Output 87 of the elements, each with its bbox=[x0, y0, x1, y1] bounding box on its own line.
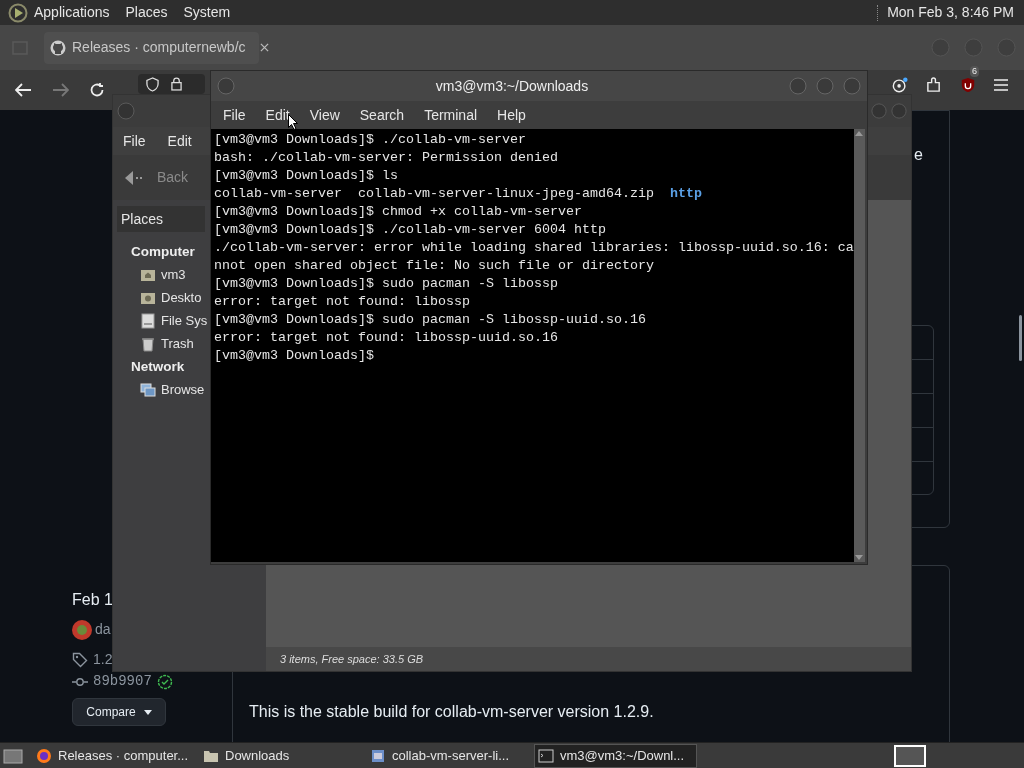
ublock-icon[interactable] bbox=[960, 77, 976, 93]
compare-button[interactable]: Compare bbox=[72, 698, 166, 726]
terminal-line: [vm3@vm3 Downloads]$ bbox=[214, 347, 375, 365]
close-icon[interactable] bbox=[843, 77, 861, 95]
menu-item[interactable]: Edit bbox=[265, 104, 290, 126]
tag-name[interactable]: 1.2 bbox=[93, 649, 113, 670]
menu-item[interactable]: Terminal bbox=[424, 104, 478, 126]
window-menu-icon[interactable] bbox=[117, 102, 135, 120]
menu-icon[interactable] bbox=[994, 79, 1008, 91]
scroll-up-icon[interactable] bbox=[855, 131, 864, 136]
terminal-line: ./collab-vm-server: error while loading shared libraries: libossp-uuid.so.16: ca bbox=[214, 239, 854, 257]
scroll-down-icon[interactable] bbox=[855, 555, 864, 560]
terminal-line: [vm3@vm3 Downloads]$ sudo pacman -S libossp bbox=[214, 275, 558, 293]
menu-item[interactable]: Search bbox=[359, 104, 405, 126]
taskbar-button[interactable]: vm3@vm3:~/Downl... bbox=[534, 743, 697, 768]
panel-menu[interactable]: System bbox=[183, 2, 231, 23]
terminal-line: [vm3@vm3 Downloads]$ sudo pacman -S libossp-uuid.so.16 bbox=[214, 311, 646, 329]
menu-item[interactable]: File bbox=[123, 130, 146, 152]
verified-check-icon bbox=[156, 673, 173, 690]
browser-icon bbox=[36, 747, 52, 764]
network-icon bbox=[140, 381, 156, 398]
release-description: This is the stable build for collab-vm-server version 1.2.9. bbox=[249, 702, 654, 722]
puzzle-icon[interactable] bbox=[926, 77, 942, 93]
lock-icon bbox=[171, 77, 182, 91]
window-title: vm3@vm3:~/Downloads bbox=[434, 76, 590, 96]
commit-icon bbox=[72, 675, 88, 688]
terminal-line: [vm3@vm3 Downloads]$ ls bbox=[214, 167, 398, 185]
sidebar-dropdown[interactable]: Places bbox=[117, 206, 205, 232]
terminal-line: [vm3@vm3 Downloads]$ ./collab-vm-server 6004 http bbox=[214, 221, 606, 239]
minimize-icon[interactable] bbox=[871, 103, 887, 119]
drive-icon bbox=[140, 312, 156, 329]
sidebar-item[interactable]: File Sys bbox=[140, 309, 208, 332]
close-tab-icon[interactable] bbox=[259, 43, 269, 52]
avatar-icon bbox=[72, 619, 92, 640]
panel-menu[interactable]: Applications bbox=[34, 2, 110, 23]
notification-badge: 6 bbox=[970, 66, 979, 77]
taskbar-button[interactable]: collab-vm-server-li... bbox=[367, 743, 530, 768]
taskbar-button[interactable]: Downloads bbox=[200, 743, 363, 768]
github-icon bbox=[50, 39, 66, 56]
terminal-line: bash: ./collab-vm-server: Permission denied bbox=[214, 149, 558, 167]
sidebar-item[interactable]: Trash bbox=[140, 332, 194, 355]
release-date: Feb 1 bbox=[72, 590, 113, 610]
terminal-line: [vm3@vm3 Downloads]$ chmod +x collab-vm-server bbox=[214, 203, 582, 221]
forward-arrow-icon[interactable] bbox=[52, 83, 69, 97]
terminal-line: [vm3@vm3 Downloads]$ ./collab-vm-server bbox=[214, 131, 526, 149]
url-bar[interactable] bbox=[138, 74, 205, 94]
menu-item[interactable]: File bbox=[223, 104, 246, 126]
window-menu-icon[interactable] bbox=[217, 77, 235, 95]
menu-item[interactable]: View bbox=[309, 104, 340, 126]
terminal-line: error: target not found: libossp bbox=[214, 293, 470, 311]
distro-logo-icon[interactable] bbox=[8, 2, 28, 23]
heading-text: e bbox=[914, 145, 923, 165]
author-name[interactable]: da bbox=[95, 619, 111, 640]
account-icon[interactable] bbox=[892, 77, 908, 93]
close-icon[interactable] bbox=[891, 103, 907, 119]
shield-icon bbox=[146, 76, 159, 92]
archive-icon bbox=[370, 747, 386, 764]
panel-separator bbox=[877, 4, 880, 21]
clock[interactable]: Mon Feb 3, 8:46 PM bbox=[887, 2, 1014, 23]
back-arrow-icon bbox=[123, 168, 145, 187]
tag-icon bbox=[72, 651, 88, 668]
terminal-line: error: target not found: libossp-uuid.so.16 bbox=[214, 329, 558, 347]
status-text: 3 items, Free space: 33.5 GB bbox=[280, 651, 424, 667]
menu-item[interactable]: Help bbox=[497, 104, 526, 126]
panel-menu[interactable]: Places bbox=[125, 2, 168, 23]
terminal-text: collab-vm-server collab-vm-server-linux-jpeg-amd64.zip bbox=[214, 186, 655, 201]
maximize-icon[interactable] bbox=[816, 77, 834, 95]
tab-title: Releases · computernewb/c bbox=[72, 38, 246, 57]
sidebar-item[interactable]: Deskto bbox=[140, 286, 202, 309]
terminal-line: nnot open shared object file: No such file or directory bbox=[214, 257, 654, 275]
show-desktop-icon[interactable] bbox=[3, 746, 23, 765]
sidebar-item[interactable]: Browse bbox=[140, 378, 205, 401]
trash-icon bbox=[140, 335, 156, 352]
minimize-icon[interactable] bbox=[789, 77, 807, 95]
workspace-switcher[interactable] bbox=[894, 744, 926, 767]
section-heading: Network bbox=[131, 358, 185, 376]
taskbar-button[interactable]: Releases · computer... bbox=[33, 743, 196, 768]
commit-hash[interactable]: 89b9907 bbox=[93, 671, 152, 692]
caret-icon bbox=[143, 709, 152, 715]
section-heading: Computer bbox=[131, 243, 195, 261]
terminal-icon bbox=[538, 747, 554, 764]
scrollbar-thumb[interactable] bbox=[1019, 315, 1022, 361]
reload-icon[interactable] bbox=[89, 82, 105, 98]
directory-name: http bbox=[669, 186, 702, 201]
sidebar-item[interactable]: vm3 bbox=[140, 263, 186, 286]
menu-item[interactable]: Edit bbox=[167, 130, 192, 152]
back-arrow-icon[interactable] bbox=[15, 83, 32, 97]
